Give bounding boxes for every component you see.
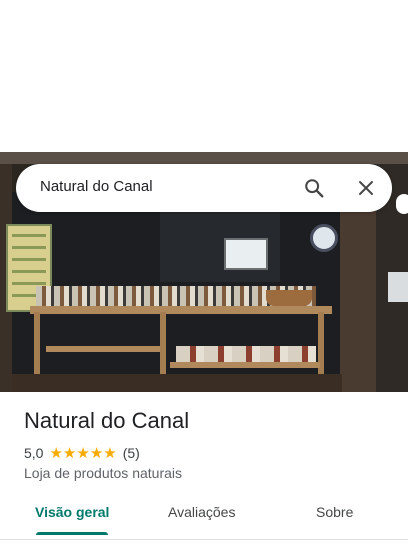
star-rating: ★ ★ ★ ★ ★: [49, 446, 116, 461]
map-blank-area: [0, 0, 408, 152]
photo-products-bottom: [176, 346, 316, 362]
star-icon: ★: [76, 444, 90, 462]
star-icon: ★: [103, 444, 117, 462]
photo-shelf-post: [34, 312, 40, 382]
search-icon[interactable]: [302, 176, 326, 200]
close-icon[interactable]: [354, 176, 378, 200]
place-tabs: Visão geral Avaliações Sobre: [0, 496, 408, 536]
active-tab-indicator: [36, 532, 108, 535]
photo-beam: [0, 152, 408, 164]
review-count[interactable]: (5): [123, 445, 140, 461]
photo-shelf-post: [318, 312, 324, 382]
rating-value: 5,0: [24, 445, 44, 461]
rating-row[interactable]: 5,0 ★ ★ ★ ★ ★ (5): [24, 444, 140, 462]
photo-shelf-lower-left: [46, 346, 160, 352]
place-title: Natural do Canal: [24, 408, 190, 433]
photo-badge: [310, 224, 338, 252]
photo-shelf-lower-right: [170, 362, 320, 368]
tab-reviews[interactable]: Avaliações: [168, 504, 235, 520]
tab-about[interactable]: Sobre: [316, 504, 353, 520]
search-input[interactable]: Natural do Canal: [40, 178, 153, 195]
photo-pillar: [340, 192, 376, 392]
photo-floor: [12, 374, 342, 392]
photo-basket: [266, 290, 312, 306]
tab-overview[interactable]: Visão geral: [35, 504, 109, 520]
tabs-divider: [0, 539, 408, 540]
photo-sign: [224, 238, 268, 270]
star-icon: ★: [62, 444, 77, 462]
place-category[interactable]: Loja de produtos naturais: [24, 465, 182, 481]
star-icon: ★: [49, 444, 63, 462]
search-bar[interactable]: Natural do Canal: [16, 164, 392, 212]
side-panel-handle[interactable]: [396, 194, 408, 214]
photo-shelf-post: [160, 312, 166, 382]
photo-shelf: [30, 306, 332, 314]
photo-door-sign: [388, 272, 408, 302]
star-icon: ★: [89, 444, 104, 462]
